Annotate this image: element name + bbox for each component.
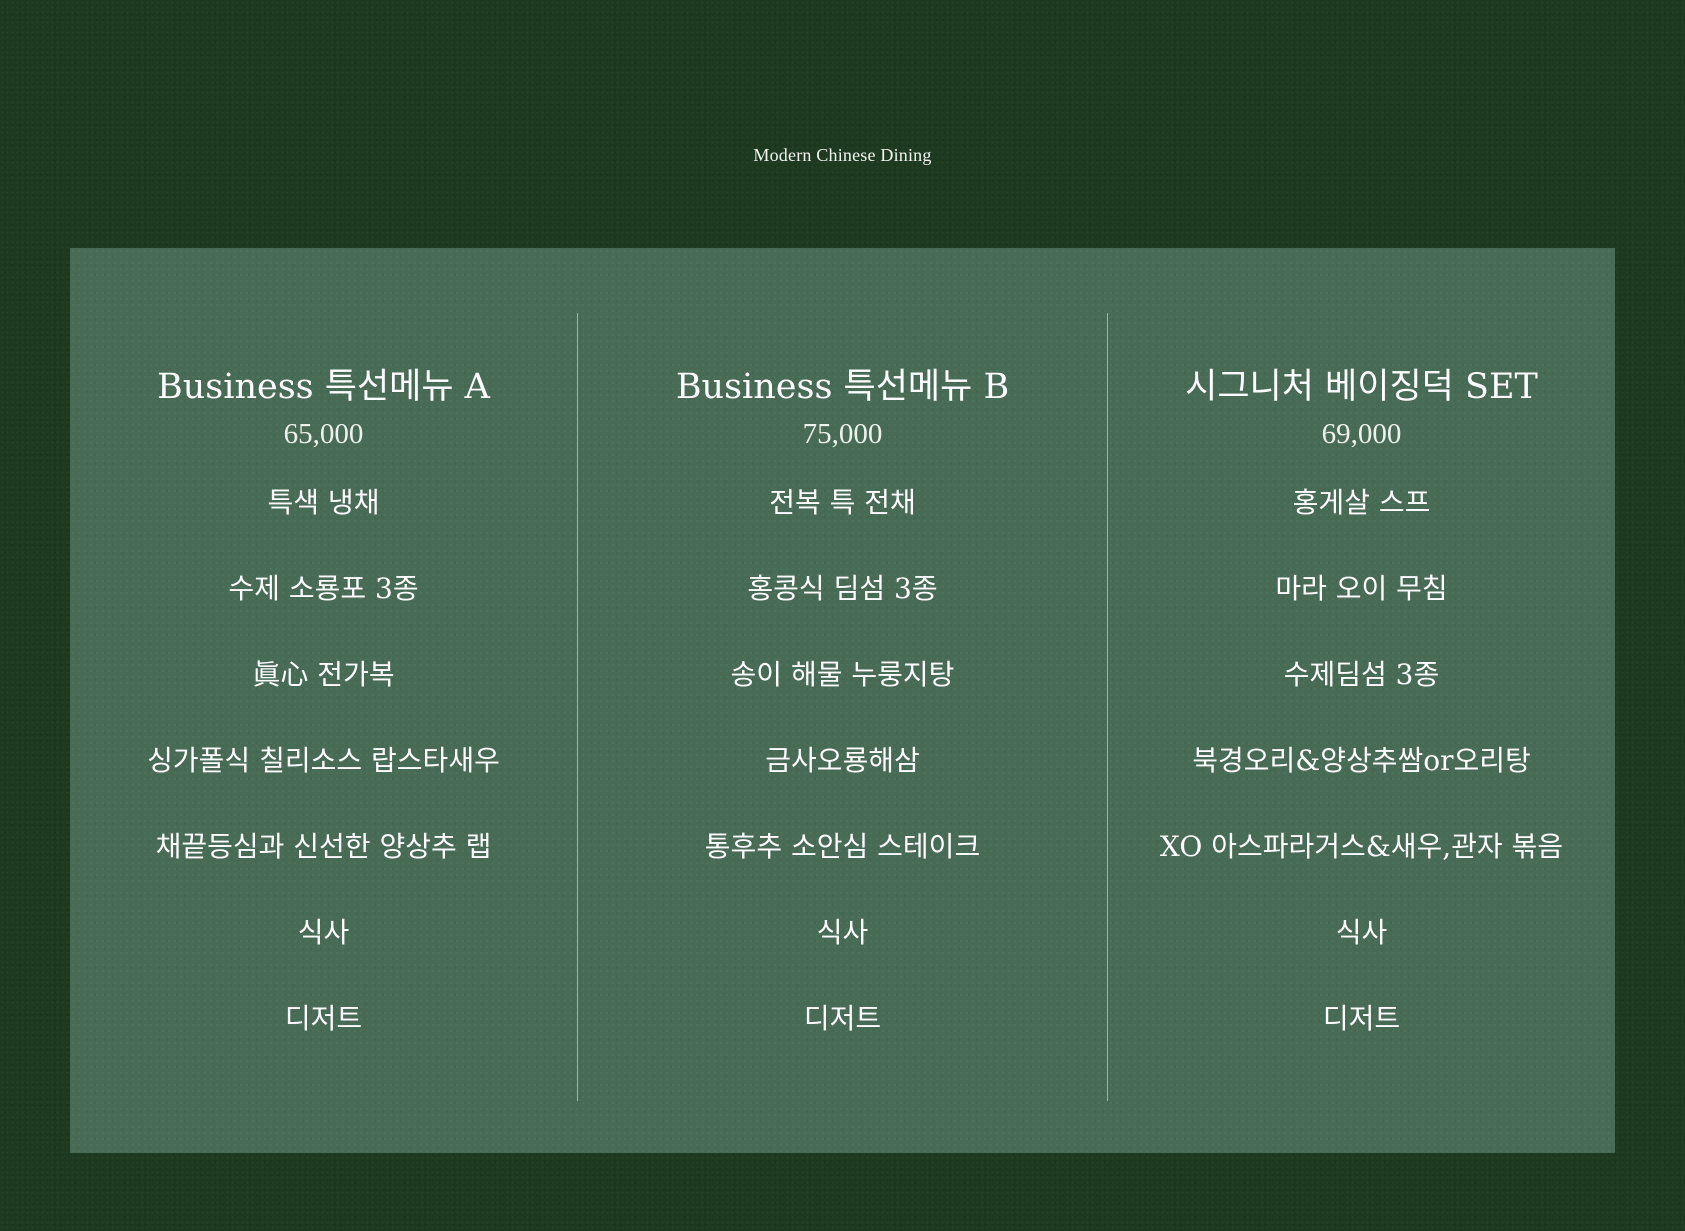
menu-column-signature-duck: 시그니처 베이징덕 SET 69,000 홍게살 스프 마라 오이 무침 수제딤…: [1108, 363, 1615, 1083]
menu-price: 75,000: [802, 418, 883, 450]
menu-item: 홍콩식 딤섬 3종: [747, 572, 938, 605]
page-subtitle: Modern Chinese Dining: [753, 145, 932, 165]
menu-item: 식사: [297, 916, 350, 949]
menu-item: 디저트: [803, 1002, 882, 1035]
menu-column-business-b: Business 특선메뉴 B 75,000 전복 특 전채 홍콩식 딤섬 3종…: [578, 363, 1107, 1083]
menu-item: 홍게살 스프: [1292, 486, 1431, 519]
menu-item: XO 아스파라거스&새우,관자 볶음: [1159, 830, 1564, 863]
menu-item: 금사오룡해삼: [765, 744, 920, 777]
menu-item: 전복 특 전채: [769, 486, 916, 519]
menu-column-business-a: Business 특선메뉴 A 65,000 특색 냉채 수제 소룡포 3종 眞…: [70, 363, 577, 1083]
menu-item: 마라 오이 무침: [1275, 572, 1448, 605]
menu-item: 수제 소룡포 3종: [228, 572, 419, 605]
menu-panel: Business 특선메뉴 A 65,000 특색 냉채 수제 소룡포 3종 眞…: [70, 248, 1615, 1153]
menu-price: 65,000: [283, 418, 364, 450]
menu-item-list: 특색 냉채 수제 소룡포 3종 眞心 전가복 싱가폴식 칠리소스 랍스타새우 채…: [70, 481, 577, 1083]
menu-title: Business 특선메뉴 A: [157, 367, 490, 407]
menu-item: 채끝등심과 신선한 양상추 랩: [155, 830, 492, 863]
menu-title: 시그니처 베이징덕 SET: [1185, 367, 1538, 407]
menu-item-list: 전복 특 전채 홍콩식 딤섬 3종 송이 해물 누룽지탕 금사오룡해삼 통후추 …: [578, 481, 1107, 1083]
menu-item: 통후추 소안심 스테이크: [704, 830, 981, 863]
menu-item: 송이 해물 누룽지탕: [730, 658, 955, 691]
menu-item: 디저트: [1322, 1002, 1401, 1035]
menu-item: 디저트: [284, 1002, 363, 1035]
menu-item: 특색 냉채: [267, 486, 380, 519]
menu-item: 식사: [816, 916, 869, 949]
menu-item-list: 홍게살 스프 마라 오이 무침 수제딤섬 3종 북경오리&양상추쌈or오리탕 X…: [1108, 481, 1615, 1083]
menu-title: Business 특선메뉴 B: [675, 367, 1010, 407]
menu-item: 眞心 전가복: [252, 658, 395, 691]
menu-price: 69,000: [1321, 418, 1402, 450]
menu-item: 수제딤섬 3종: [1283, 658, 1440, 691]
menu-item: 식사: [1335, 916, 1388, 949]
menu-item: 북경오리&양상추쌈or오리탕: [1192, 744, 1531, 777]
menu-item: 싱가폴식 칠리소스 랍스타새우: [147, 744, 500, 777]
